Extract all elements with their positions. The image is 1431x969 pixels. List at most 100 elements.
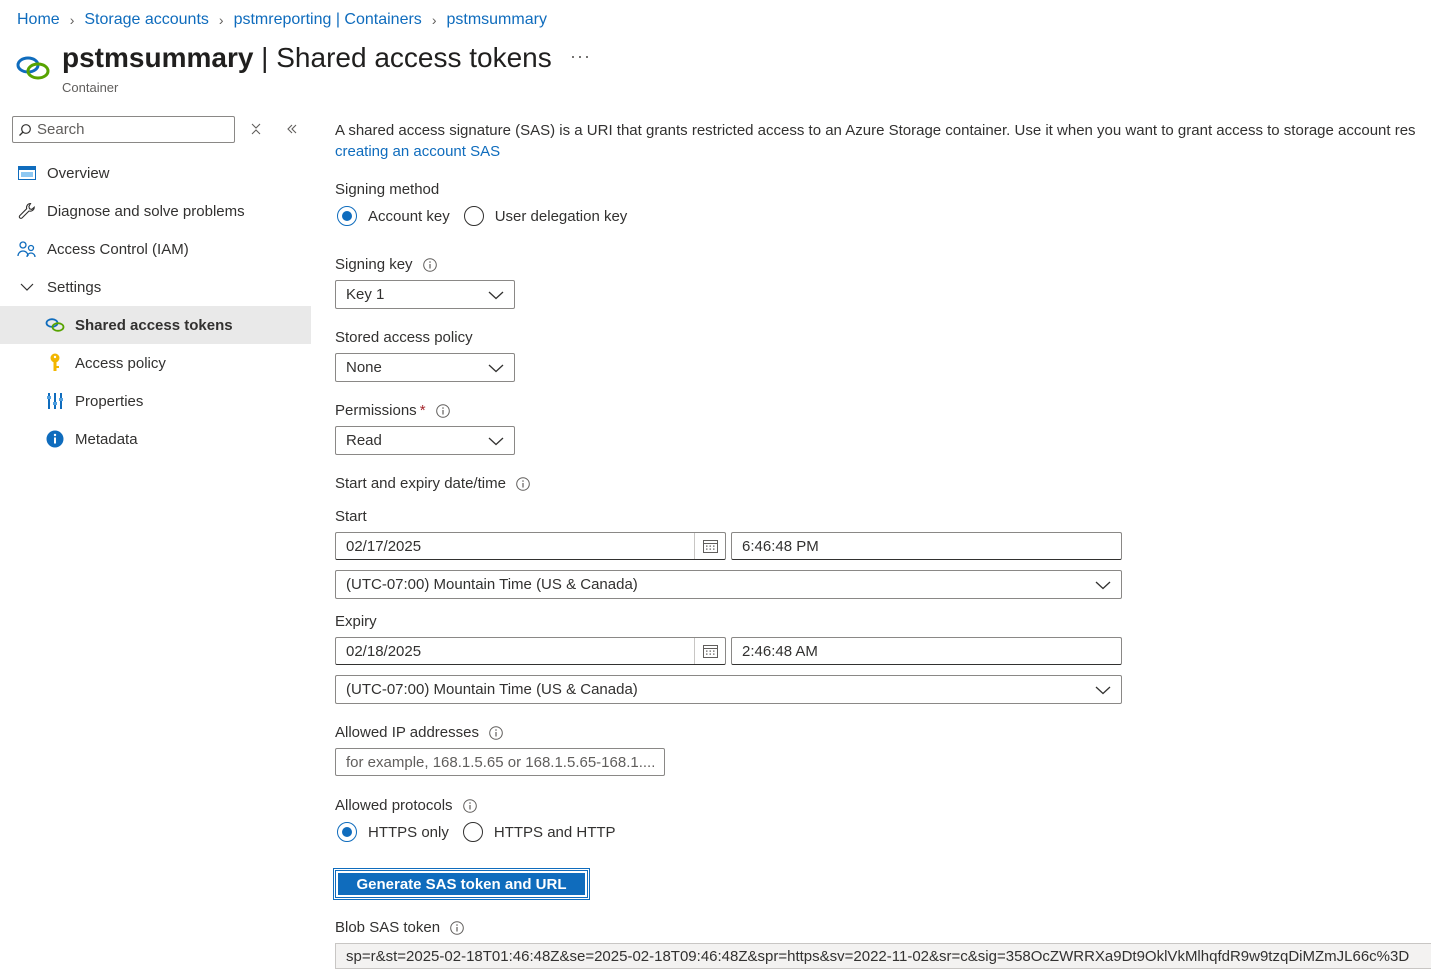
clear-icon [251,123,261,135]
dropdown-value: (UTC-07:00) Mountain Time (US & Canada) [346,681,638,698]
chevron-right-icon: › [218,12,224,28]
generate-sas-button[interactable]: Generate SAS token and URL [333,868,590,900]
resource-name: pstmsummary [62,42,254,73]
sidebar-item-diagnose[interactable]: Diagnose and solve problems [0,192,311,230]
sidebar-item-label: Diagnose and solve problems [47,202,245,220]
page-title: pstmsummary | Shared access tokens [62,40,552,76]
label-text: Blob SAS token [335,919,441,936]
start-time-input[interactable]: 6:46:48 PM [731,532,1122,560]
info-icon[interactable] [435,403,450,418]
more-options-button[interactable]: ··· [570,46,591,67]
signing-method-radio-group: Account key User delegation key [337,206,627,226]
sidebar-item-overview[interactable]: Overview [0,154,311,192]
radio-label: HTTPS only [368,823,449,841]
expiry-timezone-dropdown[interactable]: (UTC-07:00) Mountain Time (US & Canada) [335,675,1122,704]
radio-https-only[interactable]: HTTPS only [337,822,449,842]
breadcrumb-storage-accounts-link[interactable]: Storage accounts [84,11,209,29]
dropdown-value: None [346,359,382,376]
expiry-date-picker[interactable]: 02/18/2025 [335,637,726,665]
allowed-protocols-radio-group: HTTPS only HTTPS and HTTP [337,822,616,842]
info-icon[interactable] [489,725,503,740]
start-date-picker[interactable]: 02/17/2025 [335,532,726,560]
sidebar-item-metadata[interactable]: Metadata [0,420,311,458]
overview-icon [17,163,37,183]
sas-description: A shared access signature (SAS) is a URI… [335,120,1416,162]
properties-icon [45,391,65,411]
info-icon [45,429,65,449]
sidebar-item-label: Metadata [75,430,138,448]
expiry-time-value: 2:46:48 AM [742,642,818,660]
radio-user-delegation-key[interactable]: User delegation key [463,206,628,226]
start-timezone-dropdown[interactable]: (UTC-07:00) Mountain Time (US & Canada) [335,570,1122,599]
chevron-down-icon [17,277,37,297]
double-chevron-left-icon [287,124,297,134]
sidebar-item-properties[interactable]: Properties [0,382,311,420]
breadcrumb-home-link[interactable]: Home [17,11,60,29]
stored-access-policy-label: Stored access policy [335,329,473,346]
permissions-dropdown[interactable]: Read [335,426,515,455]
dropdown-value: Key 1 [346,286,385,303]
expiry-date-value: 02/18/2025 [346,642,422,660]
resource-type-subtitle: Container [62,80,119,95]
account-sas-link[interactable]: creating an account SAS [335,143,500,160]
sidebar-item-label: Shared access tokens [75,316,233,334]
sidebar-search[interactable] [12,116,235,143]
label-text: Allowed IP addresses [335,724,479,741]
chevron-down-icon [488,437,504,445]
sidebar-item-label: Properties [75,392,144,410]
sidebar-nav: Overview Diagnose and solve problems Acc… [0,154,311,458]
radio-label: HTTPS and HTTP [493,823,616,841]
expiry-label: Expiry [335,613,377,630]
info-icon[interactable] [516,476,530,491]
radio-https-and-http[interactable]: HTTPS and HTTP [462,822,616,842]
info-icon[interactable] [422,257,437,272]
sidebar-item-access-control[interactable]: Access Control (IAM) [0,230,311,268]
breadcrumb-containers-link[interactable]: pstmreporting | Containers [234,11,422,29]
sidebar-group-label: Settings [47,278,102,296]
chevron-right-icon: › [431,12,437,28]
stored-access-policy-dropdown[interactable]: None [335,353,515,382]
signing-key-label: Signing key [335,256,437,273]
chevron-down-icon [1095,581,1111,589]
radio-button-selected[interactable] [337,822,357,842]
expiry-time-input[interactable]: 2:46:48 AM [731,637,1122,665]
dropdown-value: Read [346,432,382,449]
blob-sas-token-value: sp=r&st=2025-02-18T01:46:48Z&se=2025-02-… [346,947,1410,965]
blob-sas-token-label: Blob SAS token [335,919,464,936]
allowed-ip-field[interactable] [335,748,665,776]
chevron-down-icon [1095,686,1111,694]
signing-key-dropdown[interactable]: Key 1 [335,280,515,309]
radio-button-selected[interactable] [337,206,357,226]
info-icon[interactable] [462,798,477,813]
sidebar-item-label: Access policy [75,354,166,372]
radio-account-key[interactable]: Account key [337,206,450,226]
info-icon[interactable] [450,920,464,935]
link-icon [45,315,65,335]
allowed-protocols-label: Allowed protocols [335,797,477,814]
clear-search-button[interactable] [245,118,267,140]
key-icon [45,353,65,373]
blob-sas-token-field[interactable]: sp=r&st=2025-02-18T01:46:48Z&se=2025-02-… [335,943,1431,969]
sidebar-group-settings[interactable]: Settings [0,268,311,306]
label-text: Signing key [335,256,413,273]
label-text: Start and expiry date/time [335,475,506,492]
dropdown-value: (UTC-07:00) Mountain Time (US & Canada) [346,576,638,593]
start-time-value: 6:46:48 PM [742,537,819,555]
sidebar-item-label: Access Control (IAM) [47,240,189,258]
radio-button[interactable] [463,206,484,226]
blade-title: Shared access tokens [276,42,552,73]
breadcrumb-container-link[interactable]: pstmsummary [446,11,546,29]
search-input[interactable] [37,121,217,138]
calendar-icon[interactable] [694,533,725,559]
shared-access-link-icon [16,55,52,83]
required-marker: * [419,402,426,419]
radio-button[interactable] [462,822,483,842]
start-date-value: 02/17/2025 [346,537,422,555]
sidebar-item-shared-access-tokens[interactable]: Shared access tokens [0,306,311,344]
calendar-icon[interactable] [694,638,725,664]
allowed-ip-input[interactable] [346,753,654,771]
radio-label: User delegation key [494,207,628,225]
signing-method-label: Signing method [335,181,440,198]
sidebar-item-access-policy[interactable]: Access policy [0,344,311,382]
collapse-sidebar-button[interactable] [281,118,303,140]
